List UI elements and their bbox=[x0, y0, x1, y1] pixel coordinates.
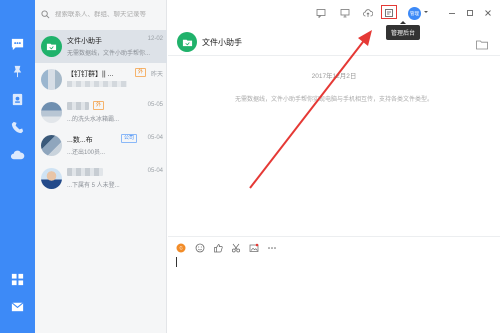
search-icon bbox=[41, 9, 50, 18]
comment-icon[interactable] bbox=[316, 8, 326, 18]
conversation-list: 文件小助手 12-02 无需数据线，文件小助手帮你... 【钉钉群】|| ...… bbox=[35, 0, 167, 333]
message-date: 2017年12月2日 bbox=[311, 73, 357, 80]
conversation-preview-redacted bbox=[67, 81, 127, 87]
conversation-item[interactable]: 文件小助手 12-02 无需数据线，文件小助手帮你... bbox=[35, 30, 167, 63]
monitor-icon[interactable] bbox=[340, 8, 350, 18]
mail-icon[interactable] bbox=[10, 299, 25, 314]
text-caret bbox=[176, 257, 177, 267]
phone-icon[interactable] bbox=[10, 120, 25, 135]
chevron-down-icon[interactable] bbox=[423, 9, 429, 19]
folder-icon[interactable] bbox=[476, 37, 488, 50]
assistant-notice: 无需数据线，文件小助手帮你实现电脑与手机相互传，支持各类文件类型。 bbox=[234, 97, 433, 103]
conversation-preview: 无需数据线，文件小助手帮你... bbox=[67, 51, 151, 57]
emoji-icon[interactable] bbox=[195, 243, 205, 253]
conversation-title: 【钉钉群】|| ... bbox=[67, 71, 114, 78]
title-toolbar: 管理 管理后台 bbox=[168, 0, 500, 40]
image-icon[interactable] bbox=[249, 243, 259, 253]
company-badge: 公司 bbox=[121, 134, 138, 143]
chat-panel: 管理 管理后台 文件小助手 2017年12月2日 无需数据线，文件小助手帮你实现… bbox=[168, 0, 500, 333]
cloud-upload-icon[interactable] bbox=[363, 8, 373, 18]
more-icon[interactable] bbox=[267, 243, 277, 253]
conversation-time: 05-05 bbox=[147, 102, 163, 108]
svg-text:G: G bbox=[179, 246, 182, 251]
app-window: 文件小助手 12-02 无需数据线，文件小助手帮你... 【钉钉群】|| ...… bbox=[0, 0, 500, 333]
file-assistant-avatar bbox=[41, 36, 62, 57]
scissors-icon[interactable] bbox=[231, 243, 241, 253]
conversation-preview: ...下属有 5 人未登... bbox=[67, 183, 120, 189]
conversation-title: ...数...布 bbox=[67, 137, 93, 144]
compose-area[interactable]: G bbox=[168, 236, 500, 333]
conversation-preview: ...还出100员... bbox=[67, 150, 106, 156]
conversation-title: 文件小助手 bbox=[67, 38, 102, 45]
gif-icon[interactable]: G bbox=[176, 243, 186, 253]
conversation-title-redacted bbox=[67, 168, 103, 176]
thumbs-up-icon[interactable] bbox=[213, 243, 223, 253]
chat-header: 文件小助手 bbox=[168, 28, 500, 56]
avatar bbox=[41, 135, 62, 156]
cloud-icon[interactable] bbox=[10, 148, 25, 163]
conversation-preview: ...的洗头水冰箱霸... bbox=[67, 117, 120, 123]
close-icon[interactable] bbox=[483, 8, 493, 18]
annotation-highlight-box bbox=[381, 5, 397, 19]
conversation-item[interactable]: ...数...布 公司 05-04 ...还出100员... bbox=[35, 129, 167, 162]
conversation-item[interactable]: 外 05-05 ...的洗头水冰箱霸... bbox=[35, 96, 167, 129]
pin-icon[interactable] bbox=[10, 64, 25, 79]
user-avatar[interactable]: 管理 bbox=[408, 7, 421, 20]
conversation-time: 05-04 bbox=[147, 168, 163, 174]
avatar bbox=[41, 69, 62, 90]
search-bar[interactable] bbox=[35, 0, 167, 28]
avatar bbox=[41, 102, 62, 123]
contacts-book-icon[interactable] bbox=[10, 92, 25, 107]
conversation-time: 12-02 bbox=[147, 36, 163, 42]
conversation-item[interactable]: 【钉钉群】|| ... 外 昨天 bbox=[35, 63, 167, 96]
conversation-title-redacted bbox=[67, 102, 89, 110]
search-input[interactable] bbox=[55, 10, 165, 18]
conversation-time: 昨天 bbox=[150, 72, 163, 78]
left-nav-rail bbox=[0, 0, 35, 333]
chat-title: 文件小助手 bbox=[202, 38, 242, 47]
avatar bbox=[41, 168, 62, 189]
conversation-item[interactable]: 05-04 ...下属有 5 人未登... bbox=[35, 162, 167, 195]
apps-grid-icon[interactable] bbox=[10, 272, 25, 287]
chat-icon[interactable] bbox=[10, 37, 25, 52]
external-badge: 外 bbox=[135, 68, 147, 77]
file-assistant-avatar bbox=[177, 32, 197, 52]
conversation-time: 05-04 bbox=[147, 135, 163, 141]
maximize-icon[interactable] bbox=[465, 8, 475, 18]
external-badge: 外 bbox=[93, 101, 105, 110]
minimize-icon[interactable] bbox=[447, 8, 457, 18]
